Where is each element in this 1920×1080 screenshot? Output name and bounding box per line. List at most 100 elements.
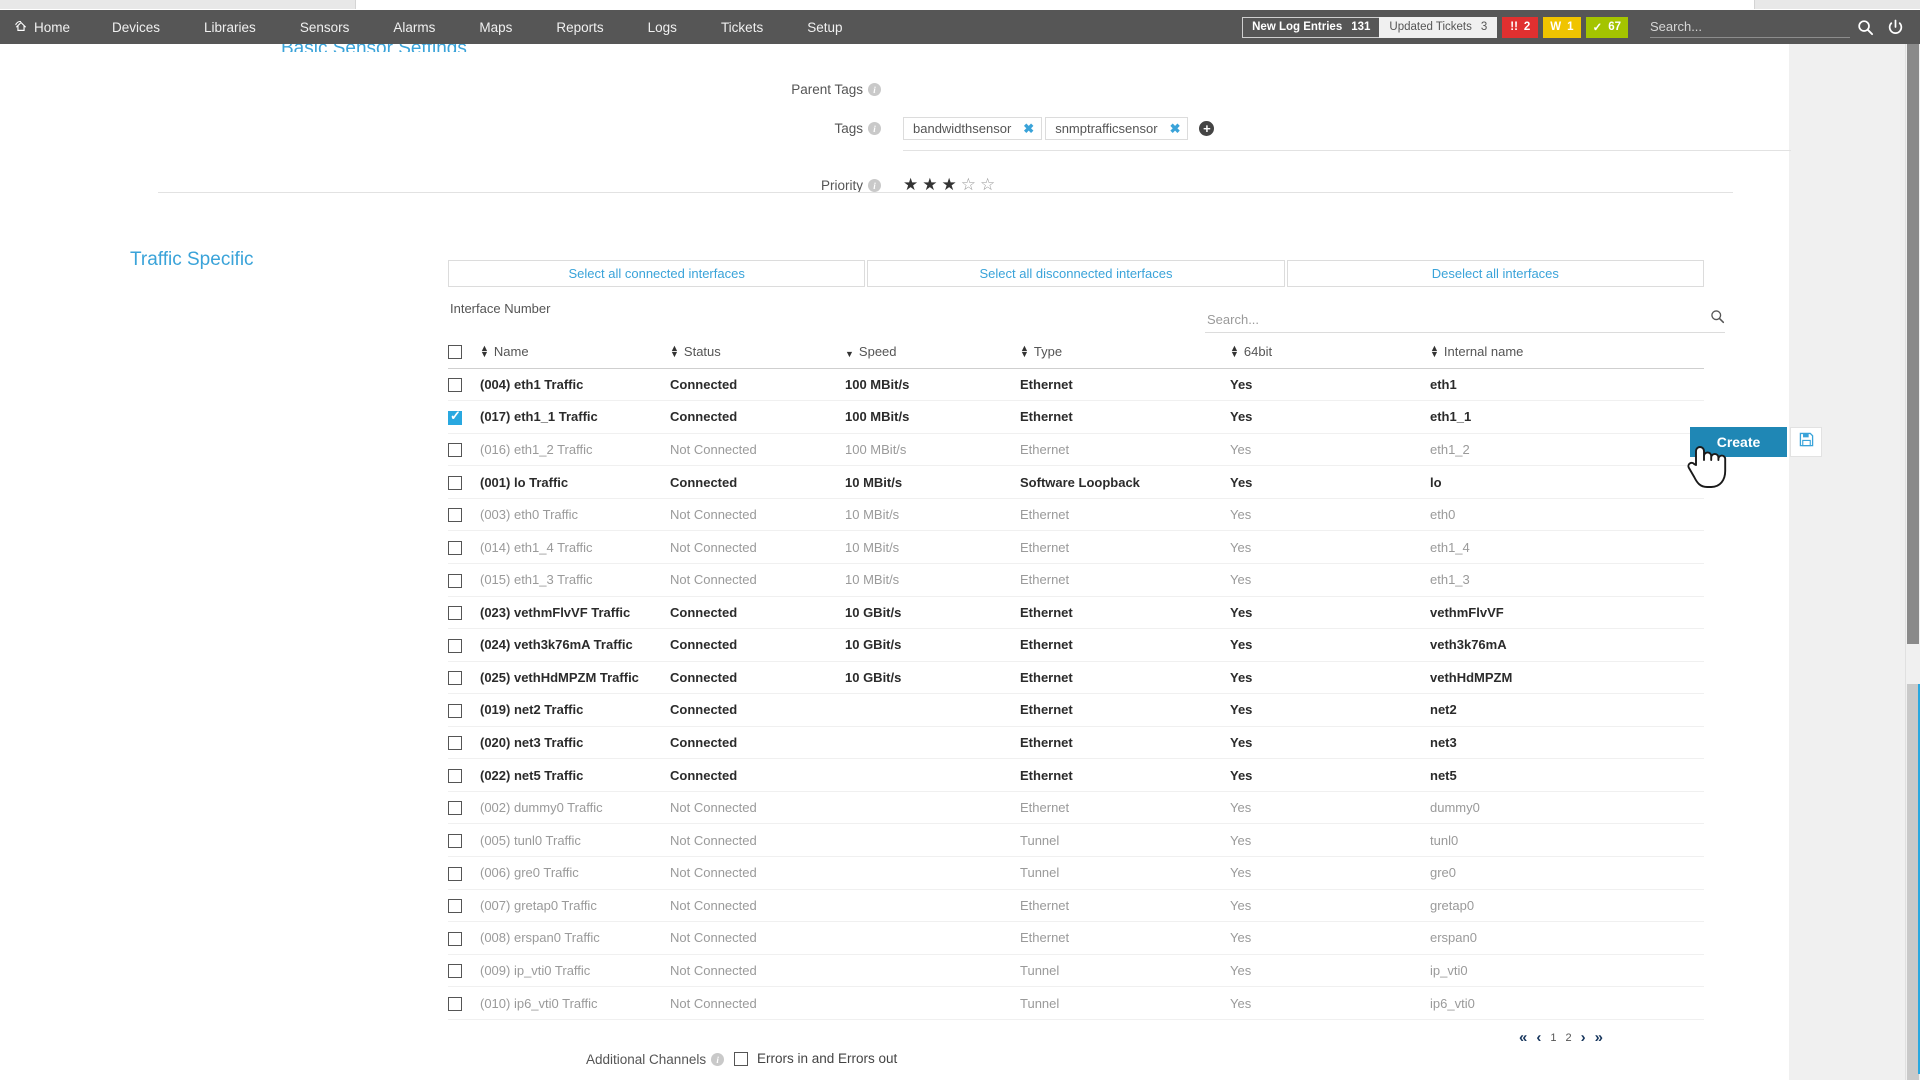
- table-row[interactable]: (008) erspan0 Traffic Not Connected Ethern…: [448, 921, 1704, 955]
- table-row[interactable]: (003) eth0 Traffic Not Connected 10 MBit/s…: [448, 498, 1704, 532]
- table-row[interactable]: (004) eth1 Traffic Connected 100 MBit/s Eth…: [448, 368, 1704, 402]
- table-row[interactable]: (016) eth1_2 Traffic Not Connected 100 MBi…: [448, 433, 1704, 467]
- table-row[interactable]: (024) veth3k76mA Traffic Connected 10 GBit…: [448, 628, 1704, 662]
- th-type[interactable]: ▲ ▼ Type: [1020, 339, 1230, 369]
- row-checkbox[interactable]: [448, 378, 462, 393]
- pagination-page-2[interactable]: 2: [1565, 1032, 1571, 1044]
- th-64bit-label: 64bit: [1243, 343, 1273, 359]
- cell-speed: 10 MBit/s: [845, 563, 1020, 597]
- nav-item-sensors[interactable]: Sensors: [278, 10, 372, 44]
- th-speed[interactable]: ▲▼ Speed: [845, 339, 1020, 369]
- select-all-checkbox[interactable]: [448, 344, 462, 359]
- cell-type: Ethernet: [1020, 400, 1230, 434]
- table-row[interactable]: (015) eth1_3 Traffic Not Connected 10 MBit…: [448, 563, 1704, 597]
- table-search-icon[interactable]: [1710, 309, 1725, 329]
- row-checkbox[interactable]: [448, 606, 462, 621]
- pagination-page-1[interactable]: 1: [1550, 1032, 1556, 1044]
- table-row[interactable]: (019) net2 Traffic Connected Ethernet Yes ne…: [448, 693, 1704, 727]
- add-tag-icon[interactable]: +: [1199, 120, 1215, 136]
- table-row[interactable]: (020) net3 Traffic Connected Ethernet Yes ne…: [448, 726, 1704, 760]
- new-log-entries-button[interactable]: New Log Entries 131: [1242, 16, 1381, 38]
- row-checkbox[interactable]: [448, 931, 462, 946]
- th-status[interactable]: ▲ ▼ Status: [670, 339, 845, 369]
- th-name[interactable]: ▲ ▼ Name: [480, 339, 670, 369]
- row-checkbox-cell: [448, 921, 480, 955]
- table-row[interactable]: (006) gre0 Traffic Not Connected Tunnel Yes…: [448, 856, 1704, 890]
- create-button[interactable]: Create: [1690, 427, 1787, 457]
- nav-item-devices[interactable]: Devices: [90, 10, 182, 44]
- critical-badge[interactable]: !! 2: [1502, 16, 1539, 38]
- save-button[interactable]: [1790, 427, 1822, 457]
- power-icon[interactable]: [1880, 10, 1910, 44]
- info-icon[interactable]: i: [868, 179, 881, 192]
- select-all-connected-button[interactable]: Select all connected interfaces: [448, 260, 866, 287]
- updated-tickets-button[interactable]: Updated Tickets 3: [1379, 16, 1498, 38]
- cell-type: Ethernet: [1020, 596, 1230, 630]
- row-checkbox[interactable]: [448, 866, 462, 881]
- row-checkbox[interactable]: [448, 573, 462, 588]
- page-body: Basic Sensor Settings Parent Tags i Tags…: [0, 44, 1920, 1080]
- tag-chip[interactable]: bandwidthsensor ✖: [903, 117, 1043, 140]
- row-checkbox[interactable]: [448, 443, 462, 458]
- pagination-prev[interactable]: ‹: [1536, 1029, 1541, 1046]
- nav-item-maps[interactable]: Maps: [457, 10, 534, 44]
- table-row[interactable]: (023) vethmFlvVF Traffic Connected 10 GBit…: [448, 596, 1704, 630]
- tag-chip[interactable]: snmptrafficsensor ✖: [1045, 117, 1189, 140]
- nav-item-alarms[interactable]: Alarms: [371, 10, 457, 44]
- row-checkbox[interactable]: [448, 801, 462, 816]
- info-icon[interactable]: i: [711, 1053, 725, 1066]
- row-checkbox[interactable]: [448, 996, 462, 1011]
- cell-name: (010) ip6_vti0 Traffic: [480, 986, 670, 1020]
- info-icon[interactable]: i: [868, 83, 881, 96]
- table-row[interactable]: (002) dummy0 Traffic Not Connected Etherne…: [448, 791, 1704, 825]
- row-checkbox[interactable]: [448, 768, 462, 783]
- cell-speed: 10 GBit/s: [845, 661, 1020, 695]
- pagination-last[interactable]: »: [1595, 1029, 1603, 1046]
- row-checkbox[interactable]: [448, 899, 462, 914]
- row-checkbox[interactable]: [448, 834, 462, 848]
- nav-item-setup[interactable]: Setup: [785, 10, 864, 44]
- th-internal-name[interactable]: ▲ ▼ Internal name: [1430, 339, 1704, 369]
- nav-item-reports[interactable]: Reports: [534, 10, 625, 44]
- table-row[interactable]: (022) net5 Traffic Connected Ethernet Yes ne…: [448, 758, 1704, 792]
- info-icon[interactable]: i: [868, 122, 881, 135]
- row-checkbox[interactable]: [448, 703, 462, 718]
- row-checkbox[interactable]: [448, 408, 462, 425]
- errors-channel-option[interactable]: Errors in and Errors out: [734, 1051, 897, 1066]
- search-input[interactable]: [1650, 16, 1850, 38]
- table-row[interactable]: (025) vethHdMPZM Traffic Connected 10 GBit…: [448, 661, 1704, 695]
- cell-type: Tunnel: [1020, 986, 1230, 1020]
- table-row[interactable]: (010) ip6_vti0 Traffic Not Connected Tunne…: [448, 986, 1704, 1020]
- table-search-input[interactable]: [1205, 310, 1704, 328]
- table-row[interactable]: (001) lo Traffic Connected 10 MBit/s Softwa…: [448, 465, 1704, 499]
- row-checkbox[interactable]: [448, 964, 462, 979]
- row-checkbox[interactable]: [448, 638, 462, 653]
- nav-item-tickets[interactable]: Tickets: [699, 10, 785, 44]
- row-checkbox[interactable]: [448, 540, 462, 555]
- tag-remove-icon[interactable]: ✖: [1023, 121, 1034, 137]
- errors-channel-checkbox[interactable]: [734, 1051, 748, 1066]
- row-checkbox[interactable]: [448, 736, 462, 751]
- row-checkbox[interactable]: [448, 475, 462, 490]
- pagination-first[interactable]: «: [1519, 1029, 1527, 1046]
- select-all-disconnected-button[interactable]: Select all disconnected interfaces: [867, 260, 1285, 287]
- table-row[interactable]: (005) tunl0 Traffic Not Connected Tunnel Ye…: [448, 823, 1704, 857]
- table-row[interactable]: (009) ip_vti0 Traffic Not Connected Tunnel…: [448, 954, 1704, 988]
- deselect-all-button[interactable]: Deselect all interfaces: [1286, 260, 1704, 287]
- nav-item-libraries[interactable]: Libraries: [182, 10, 278, 44]
- nav-item-home[interactable]: Home: [0, 10, 90, 44]
- table-row[interactable]: (007) gretap0 Traffic Not Connected Ethern…: [448, 889, 1704, 923]
- table-row[interactable]: (017) eth1_1 TrafficConnected100 MBit/sE…: [448, 400, 1704, 434]
- table-row[interactable]: (014) eth1_4 Traffic Not Connected 10 MBit…: [448, 530, 1704, 564]
- ok-badge[interactable]: ✓ 67: [1585, 16, 1628, 38]
- page-scrollbar-thumb[interactable]: [1907, 44, 1919, 644]
- nav-item-logs[interactable]: Logs: [626, 10, 699, 44]
- warning-badge[interactable]: W 1: [1543, 16, 1581, 38]
- search-icon[interactable]: [1850, 10, 1880, 44]
- plus-glyph: +: [1203, 120, 1211, 136]
- row-checkbox[interactable]: [448, 508, 462, 523]
- th-64bit[interactable]: ▲ ▼ 64bit: [1230, 339, 1430, 369]
- pagination-next[interactable]: ›: [1581, 1029, 1586, 1046]
- tag-remove-icon[interactable]: ✖: [1170, 121, 1181, 137]
- row-checkbox[interactable]: [448, 671, 462, 686]
